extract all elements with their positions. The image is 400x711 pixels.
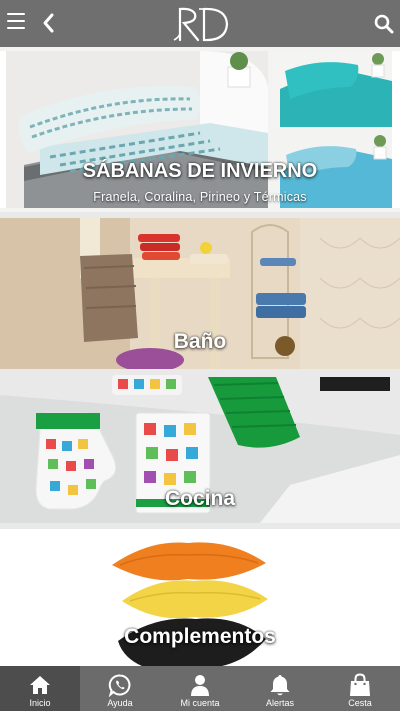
user-icon: [191, 675, 209, 696]
nav-label: Mi cuenta: [180, 698, 220, 708]
nav-item-ayuda[interactable]: Ayuda: [80, 666, 160, 711]
nav-label: Cesta: [348, 698, 372, 708]
brand-logo[interactable]: [170, 4, 232, 44]
whatsapp-icon: [108, 674, 131, 697]
category-title: SÁBANAS DE INVIERNO: [82, 160, 318, 182]
category-title: Baño: [173, 330, 227, 353]
nav-label: Alertas: [265, 698, 294, 708]
nav-label: Ayuda: [107, 698, 133, 708]
hamburger-menu-icon[interactable]: [7, 13, 25, 30]
chevron-left-icon[interactable]: [41, 12, 57, 34]
app-header: [0, 0, 400, 47]
category-banner-sabanas[interactable]: SÁBANAS DE INVIERNO Franela, Coralina, P…: [0, 47, 400, 212]
category-list: SÁBANAS DE INVIERNO Franela, Coralina, P…: [0, 47, 400, 666]
shopping-bag-icon: [350, 673, 370, 696]
category-banner-cocina[interactable]: Cocina: [0, 375, 400, 523]
nav-item-mi-cuenta[interactable]: Mi cuenta: [160, 666, 240, 711]
category-subtitle: Franela, Coralina, Pirineo y Térmicas: [93, 190, 307, 204]
nav-item-inicio[interactable]: Inicio: [0, 666, 80, 711]
home-icon: [30, 676, 50, 694]
category-title: Complementos: [124, 625, 276, 648]
sabanas-photo: [0, 47, 400, 212]
nav-label: Inicio: [29, 698, 51, 708]
bottom-navigation: Inicio Ayuda Mi cuenta Alertas Cesta: [0, 666, 400, 711]
category-banner-bano[interactable]: Baño: [0, 218, 400, 369]
nav-item-cesta[interactable]: Cesta: [320, 666, 400, 711]
category-title: Cocina: [164, 487, 235, 510]
nav-item-alertas[interactable]: Alertas: [240, 666, 320, 711]
search-icon[interactable]: [374, 14, 394, 34]
category-banner-complementos[interactable]: Complementos: [0, 529, 400, 666]
bell-icon: [270, 675, 290, 696]
